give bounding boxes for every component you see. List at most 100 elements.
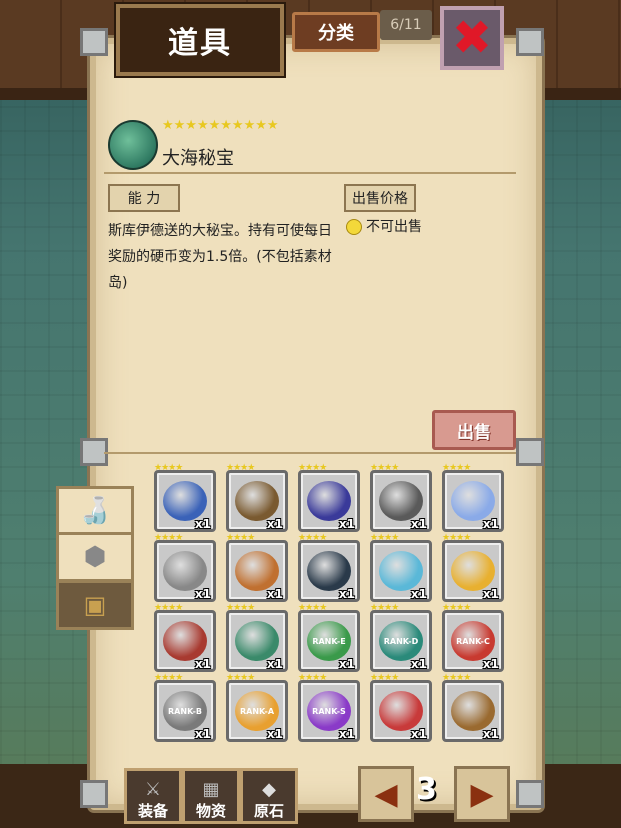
inventory-slot[interactable]: ★★★★ x1 — [442, 463, 504, 532]
potion-icon: 🍶 — [78, 496, 112, 526]
tab-potion[interactable]: 🍶 — [56, 486, 134, 536]
slot-quantity: x1 — [266, 587, 283, 601]
slot-stars: ★★★★ — [154, 673, 183, 683]
slot-quantity: x1 — [338, 657, 355, 671]
inventory-slot[interactable]: ★★★★ x1 RANK-C — [442, 603, 504, 672]
item-icon — [235, 481, 279, 521]
inventory-slot[interactable]: ★★★★ x1 — [442, 673, 504, 742]
stone-label: 原石 — [253, 802, 284, 820]
coin-icon — [346, 219, 362, 235]
slot-stars: ★★★★ — [154, 463, 183, 473]
tab-chest[interactable]: ▣ — [56, 580, 134, 630]
tab-ore[interactable]: ⬢ — [56, 532, 134, 582]
slot-quantity: x1 — [338, 517, 355, 531]
stone-button[interactable]: ◆ 原石 — [240, 768, 298, 824]
item-icon — [307, 551, 351, 591]
inventory-slot[interactable]: ★★★★ x1 — [154, 533, 216, 602]
inventory-slot[interactable]: ★★★★ x1 — [154, 463, 216, 532]
slot-stars: ★★★★ — [298, 463, 327, 473]
item-icon — [379, 551, 423, 591]
sword-icon: ⚔ — [144, 779, 162, 800]
panel-corner-bolt — [516, 438, 544, 466]
slot-quantity: x1 — [410, 587, 427, 601]
materials-button[interactable]: ▦ 物资 — [182, 768, 240, 824]
slot-quantity: x1 — [266, 727, 283, 741]
slot-rank-label: RANK-A — [239, 707, 275, 716]
slot-quantity: x1 — [410, 517, 427, 531]
divider — [104, 172, 516, 174]
inventory-slot[interactable]: ★★★★ x1 — [154, 603, 216, 672]
slot-stars: ★★★★ — [298, 673, 327, 683]
item-icon — [451, 481, 495, 521]
slot-rank-label: RANK-B — [168, 707, 202, 716]
close-button[interactable]: ✖ — [440, 6, 504, 70]
next-page-button[interactable]: ▶ — [454, 766, 510, 822]
inventory-slot[interactable]: ★★★★ x1 — [226, 603, 288, 672]
inventory-slot[interactable]: ★★★★ x1 RANK-A — [226, 673, 288, 742]
item-icon — [379, 691, 423, 731]
slot-stars: ★★★★ — [442, 603, 471, 613]
slot-quantity: x1 — [410, 727, 427, 741]
slot-stars: ★★★★ — [442, 673, 471, 683]
slot-rank-label: RANK-D — [383, 637, 419, 646]
price-label: 出售价格 — [344, 184, 416, 212]
slot-quantity: x1 — [194, 657, 211, 671]
chest-icon: ▣ — [83, 591, 107, 619]
slot-stars: ★★★★ — [298, 533, 327, 543]
sea-treasure-icon — [108, 120, 158, 170]
inventory-slot[interactable]: ★★★★ x1 — [442, 533, 504, 602]
item-icon — [451, 551, 495, 591]
category-button[interactable]: 分类 — [292, 12, 380, 52]
inventory-slot[interactable]: ★★★★ x1 RANK-B — [154, 673, 216, 742]
page-title: 道具 — [116, 4, 284, 76]
item-icon — [307, 481, 351, 521]
slot-stars: ★★★★ — [226, 603, 255, 613]
item-description: 斯库伊德送的大秘宝。持有可使每日奖励的硬币变为1.5倍。(不包括素材岛) — [108, 223, 332, 291]
slot-stars: ★★★★ — [370, 673, 399, 683]
slot-stars: ★★★★ — [442, 463, 471, 473]
inventory-slot[interactable]: ★★★★ x1 RANK-D — [370, 603, 432, 672]
equip-button[interactable]: ⚔ 装备 — [124, 768, 182, 824]
inventory-slot[interactable]: ★★★★ x1 — [298, 463, 360, 532]
item-name: 大海秘宝 — [162, 148, 234, 169]
slot-stars: ★★★★ — [370, 533, 399, 543]
panel-corner-bolt — [80, 28, 108, 56]
inventory-slot[interactable]: ★★★★ x1 — [298, 533, 360, 602]
inventory-slot[interactable]: ★★★★ x1 — [370, 533, 432, 602]
slot-quantity: x1 — [194, 587, 211, 601]
slot-rank-label: RANK-C — [456, 637, 490, 646]
slot-quantity: x1 — [482, 517, 499, 531]
inventory-slot[interactable]: ★★★★ x1 RANK-E — [298, 603, 360, 672]
slot-quantity: x1 — [338, 587, 355, 601]
ability-label: 能 力 — [108, 184, 180, 212]
inventory-slot[interactable]: ★★★★ x1 — [370, 463, 432, 532]
inventory-slot[interactable]: ★★★★ x1 RANK-S — [298, 673, 360, 742]
slot-rank-label: RANK-S — [312, 707, 346, 716]
slot-stars: ★★★★ — [298, 603, 327, 613]
equip-label: 装备 — [137, 802, 168, 820]
sell-button[interactable]: 出售 — [432, 410, 516, 450]
slot-stars: ★★★★ — [154, 533, 183, 543]
inventory-slot[interactable]: ★★★★ x1 — [226, 463, 288, 532]
inventory-slot[interactable]: ★★★★ x1 — [370, 673, 432, 742]
item-icon — [451, 691, 495, 731]
item-icon — [235, 551, 279, 591]
slot-stars: ★★★★ — [154, 603, 183, 613]
slot-quantity: x1 — [482, 727, 499, 741]
slot-rank-label: RANK-E — [312, 637, 346, 646]
divider — [104, 452, 516, 454]
item-icon — [163, 481, 207, 521]
sell-status: 不可出售 — [366, 219, 422, 235]
panel-corner-bolt — [516, 28, 544, 56]
materials-label: 物资 — [195, 802, 226, 820]
panel-corner-bolt — [80, 780, 108, 808]
slot-quantity: x1 — [338, 727, 355, 741]
item-stars: ★★★★★★★★★★ — [162, 118, 279, 133]
page-title-text: 道具 — [168, 26, 232, 61]
prev-page-button[interactable]: ◀ — [358, 766, 414, 822]
slot-stars: ★★★★ — [370, 603, 399, 613]
item-icon — [163, 551, 207, 591]
slot-quantity: x1 — [266, 657, 283, 671]
slot-stars: ★★★★ — [370, 463, 399, 473]
inventory-slot[interactable]: ★★★★ x1 — [226, 533, 288, 602]
